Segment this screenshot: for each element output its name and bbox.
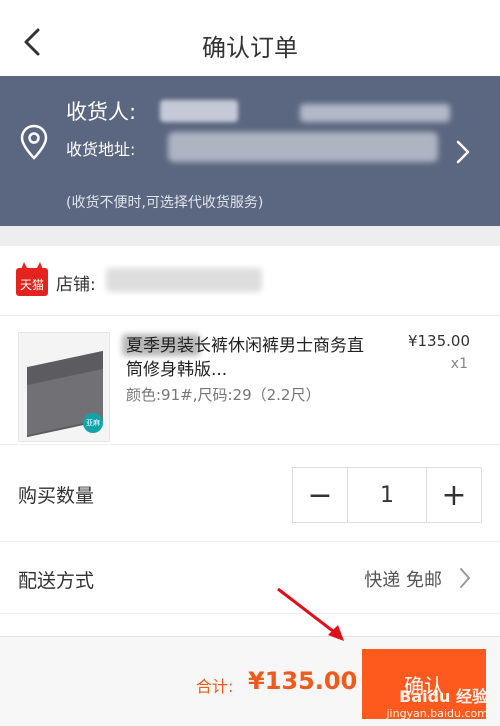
shipping-value: 快递 免邮 — [364, 570, 442, 591]
product-thumbnail: 亚麻 — [18, 332, 110, 442]
product-price: ¥135.00 — [407, 332, 470, 350]
receiver-label: 收货人: — [66, 100, 137, 124]
total-label: 合计: — [196, 677, 234, 696]
address-card[interactable]: 收货人: 收货地址: (收货不便时,可选择代收货服务) — [0, 76, 500, 226]
cat-ears-icon — [20, 262, 44, 272]
increase-button[interactable]: + — [427, 468, 481, 522]
shop-row: 天猫 店铺: — [0, 246, 500, 316]
shipping-method-row[interactable]: 配送方式 快递 免邮 — [0, 542, 500, 614]
chevron-right-icon — [460, 568, 470, 588]
quantity-value[interactable]: 1 — [347, 468, 427, 522]
tmall-logo: 天猫 — [16, 262, 48, 296]
quantity-label: 购买数量 — [18, 485, 95, 507]
quantity-row: 购买数量 − 1 + — [0, 444, 500, 542]
receiver-name-redacted — [160, 100, 238, 122]
tmall-badge-text: 天猫 — [19, 278, 44, 292]
shipping-label: 配送方式 — [18, 570, 95, 592]
location-pin-icon — [20, 124, 48, 160]
product-quantity: x1 — [450, 356, 468, 372]
shop-label: 店铺: — [56, 275, 96, 295]
decrease-button[interactable]: − — [293, 468, 347, 522]
product-title: 夏季男装长裤休闲裤男士商务直筒修身韩版... — [126, 336, 364, 380]
status-bar — [0, 0, 500, 10]
product-item[interactable]: 亚麻 夏季男装长裤休闲裤男士商务直筒修身韩版... 颜色:91#,尺码:29（2… — [0, 316, 500, 442]
nav-bar: 确认订单 — [0, 10, 500, 76]
address-note: (收货不便时,可选择代收货服务) — [66, 195, 264, 211]
chevron-right-icon — [456, 140, 470, 164]
address-label: 收货地址: — [66, 140, 136, 159]
quantity-stepper: − 1 + — [292, 467, 482, 523]
watermark-main: Baidu 经验 — [399, 687, 488, 706]
watermark: Baidu 经验 jingyan.baidu.com — [386, 683, 488, 720]
address-redacted — [168, 132, 438, 162]
shop-name-redacted — [106, 268, 262, 292]
product-sku: 颜色:91#,尺码:29（2.2尺） — [126, 386, 321, 404]
total-value: ¥135.00 — [248, 667, 358, 695]
section-divider — [0, 226, 500, 246]
page-title: 确认订单 — [202, 34, 298, 62]
receiver-phone-redacted — [300, 104, 450, 122]
watermark-sub: jingyan.baidu.com — [386, 707, 488, 720]
material-tag: 亚麻 — [83, 413, 103, 433]
